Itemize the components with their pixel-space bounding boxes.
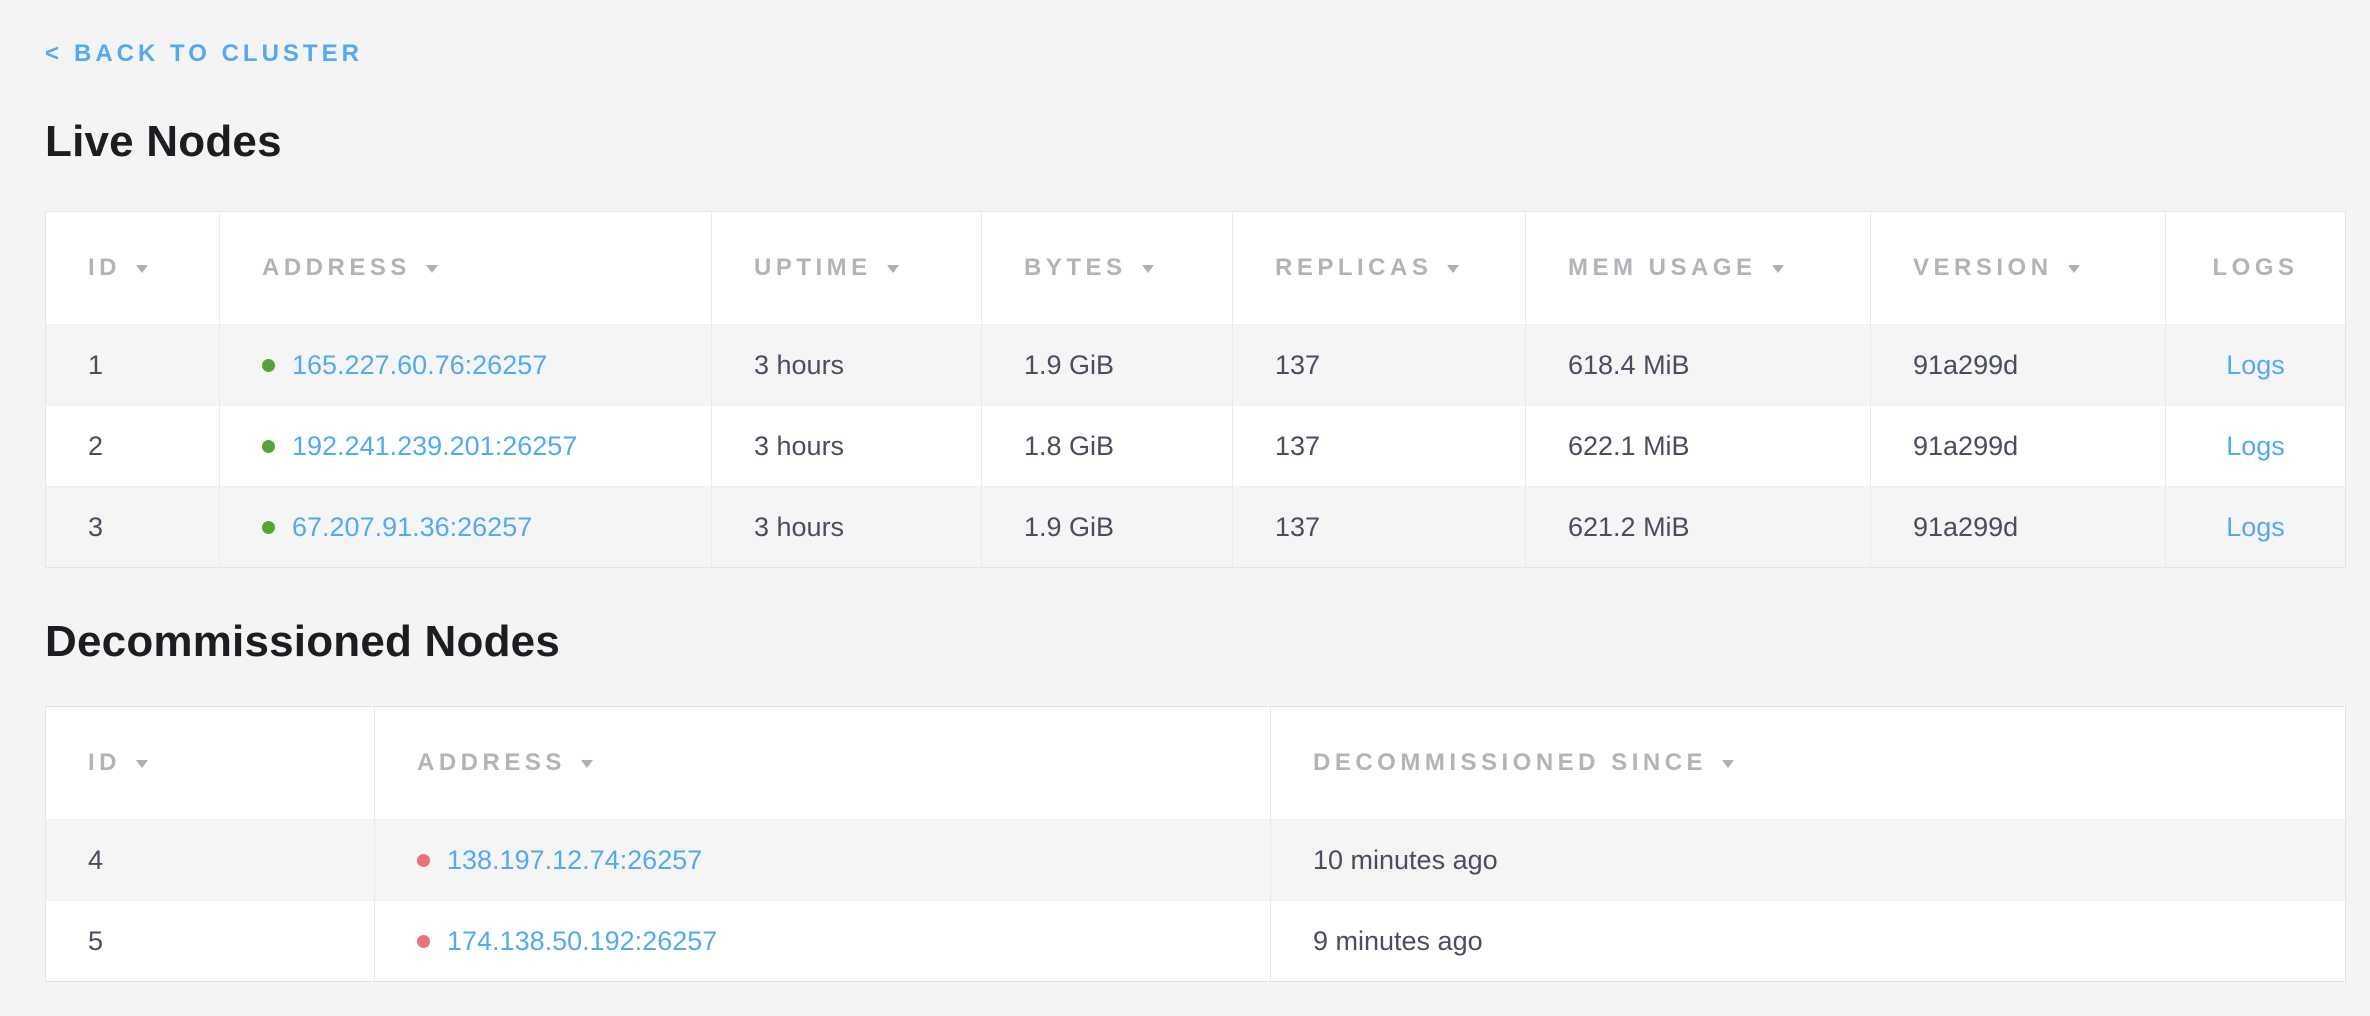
node-address-cell: 174.138.50.192:26257 [375,901,1271,982]
node-version-cell: 91a299d [1871,325,2166,406]
sort-arrow-icon [1142,265,1154,273]
decommissioned-since-cell: 9 minutes ago [1271,901,2346,982]
sort-arrow-icon [136,760,148,768]
node-version-cell: 91a299d [1871,487,2166,568]
node-address-cell: 67.207.91.36:26257 [220,487,712,568]
node-address-link[interactable]: 67.207.91.36:26257 [292,512,532,542]
live-node-row: 1 165.227.60.76:26257 3 hours 1.9 GiB 13… [46,325,2346,406]
node-logs-cell: Logs [2166,487,2346,568]
node-bytes-cell: 1.9 GiB [982,487,1233,568]
column-header-mem-usage[interactable]: MEM USAGE [1526,212,1871,325]
node-logs-cell: Logs [2166,325,2346,406]
decommissioned-node-row: 5 174.138.50.192:26257 9 minutes ago [46,901,2346,982]
decommissioned-status-dot-icon [417,935,430,948]
decommissioned-status-dot-icon [417,854,430,867]
node-version-cell: 91a299d [1871,406,2166,487]
sort-arrow-icon [136,265,148,273]
node-mem-usage-cell: 621.2 MiB [1526,487,1871,568]
logs-link[interactable]: Logs [2226,350,2285,380]
live-node-row: 3 67.207.91.36:26257 3 hours 1.9 GiB 137… [46,487,2346,568]
decommissioned-nodes-title: Decommissioned Nodes [45,618,2345,666]
node-replicas-cell: 137 [1233,406,1526,487]
decommissioned-since-cell: 10 minutes ago [1271,820,2346,901]
node-address-cell: 138.197.12.74:26257 [375,820,1271,901]
decommissioned-nodes-table: ID ADDRESS DECOMMISSIONED SINCE 4 138.19… [45,706,2346,982]
sort-arrow-icon [426,265,438,273]
live-status-dot-icon [262,359,275,372]
node-logs-cell: Logs [2166,406,2346,487]
column-header-label: VERSION [1913,254,2053,281]
node-bytes-cell: 1.8 GiB [982,406,1233,487]
live-nodes-table: ID ADDRESS UPTIME BYTES REPLICAS MEM USA… [45,211,2346,568]
back-to-cluster-label: BACK TO CLUSTER [74,40,363,67]
sort-arrow-icon [2068,265,2080,273]
node-uptime-cell: 3 hours [712,325,982,406]
node-replicas-cell: 137 [1233,487,1526,568]
node-id-cell: 1 [46,325,220,406]
column-header-replicas[interactable]: REPLICAS [1233,212,1526,325]
node-id-cell: 4 [46,820,375,901]
node-address-link[interactable]: 138.197.12.74:26257 [447,845,702,875]
column-header-label: MEM USAGE [1568,254,1757,281]
column-header-address[interactable]: ADDRESS [220,212,712,325]
decommissioned-nodes-header-row: ID ADDRESS DECOMMISSIONED SINCE [46,707,2346,820]
column-header-label: ID [88,254,121,281]
node-bytes-cell: 1.9 GiB [982,325,1233,406]
live-nodes-title: Live Nodes [45,118,2345,166]
sort-arrow-icon [1722,760,1734,768]
column-header-label: UPTIME [754,254,872,281]
node-mem-usage-cell: 618.4 MiB [1526,325,1871,406]
node-id-cell: 3 [46,487,220,568]
live-nodes-header-row: ID ADDRESS UPTIME BYTES REPLICAS MEM USA… [46,212,2346,325]
node-uptime-cell: 3 hours [712,487,982,568]
column-header-version[interactable]: VERSION [1871,212,2166,325]
node-replicas-cell: 137 [1233,325,1526,406]
column-header-label: BYTES [1024,254,1127,281]
column-header-uptime[interactable]: UPTIME [712,212,982,325]
live-node-row: 2 192.241.239.201:26257 3 hours 1.8 GiB … [46,406,2346,487]
sort-arrow-icon [1772,265,1784,273]
column-header-bytes[interactable]: BYTES [982,212,1233,325]
live-status-dot-icon [262,440,275,453]
column-header-label: ID [88,749,121,776]
live-status-dot-icon [262,521,275,534]
column-header-address[interactable]: ADDRESS [375,707,1271,820]
column-header-label: LOGS [2212,254,2298,281]
column-header-label: ADDRESS [417,749,566,776]
node-address-link[interactable]: 174.138.50.192:26257 [447,926,717,956]
node-address-link[interactable]: 165.227.60.76:26257 [292,350,547,380]
column-header-logs: LOGS [2166,212,2346,325]
column-header-decommissioned-since[interactable]: DECOMMISSIONED SINCE [1271,707,2346,820]
decommissioned-node-row: 4 138.197.12.74:26257 10 minutes ago [46,820,2346,901]
logs-link[interactable]: Logs [2226,512,2285,542]
node-id-cell: 5 [46,901,375,982]
sort-arrow-icon [581,760,593,768]
node-address-cell: 192.241.239.201:26257 [220,406,712,487]
sort-arrow-icon [887,265,899,273]
column-header-id[interactable]: ID [46,212,220,325]
back-to-cluster-link[interactable]: < BACK TO CLUSTER [45,40,363,67]
chevron-left-icon: < [45,40,63,67]
node-address-cell: 165.227.60.76:26257 [220,325,712,406]
column-header-id[interactable]: ID [46,707,375,820]
column-header-label: ADDRESS [262,254,411,281]
nodes-page: < BACK TO CLUSTER Live Nodes ID ADDRESS U… [0,0,2370,982]
node-uptime-cell: 3 hours [712,406,982,487]
column-header-label: DECOMMISSIONED SINCE [1313,749,1707,776]
node-mem-usage-cell: 622.1 MiB [1526,406,1871,487]
node-address-link[interactable]: 192.241.239.201:26257 [292,431,577,461]
column-header-label: REPLICAS [1275,254,1432,281]
node-id-cell: 2 [46,406,220,487]
sort-arrow-icon [1447,265,1459,273]
logs-link[interactable]: Logs [2226,431,2285,461]
